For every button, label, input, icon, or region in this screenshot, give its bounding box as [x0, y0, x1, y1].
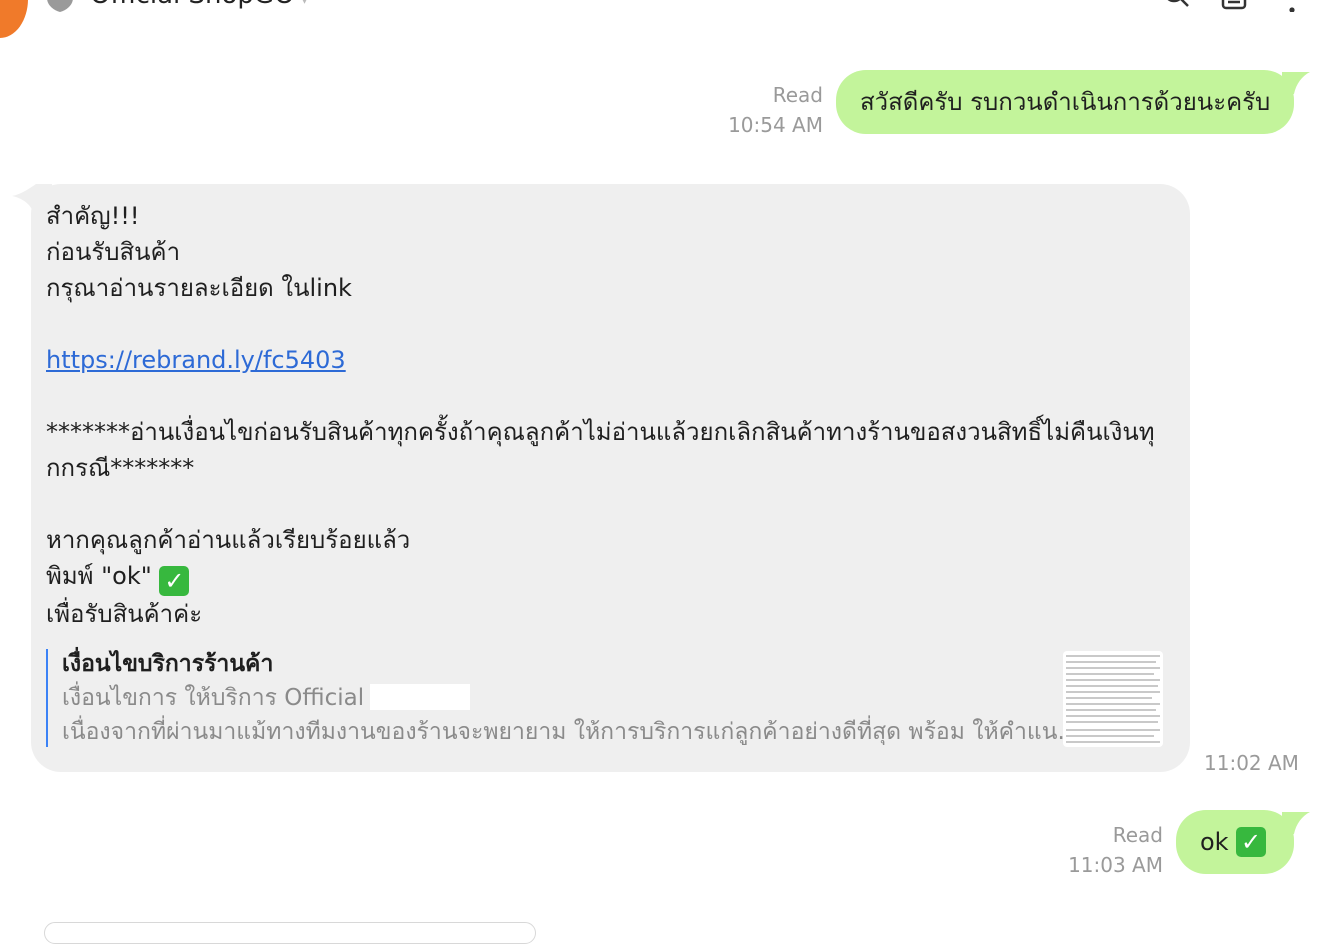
outgoing-message-bubble[interactable]: สวัสดีครับ รบกวนดำเนินการด้วยนะครับ — [836, 70, 1294, 134]
message-link[interactable]: https://rebrand.ly/fc5403 — [46, 346, 346, 374]
message-body: สำคัญ!!! ก่อนรับสินค้า กรุณาอ่านรายละเอี… — [46, 198, 1166, 632]
chat-title[interactable]: Official ShopGO — [90, 0, 295, 10]
preview-subtitle-row: เงื่อนไขการ ให้บริการ Official — [62, 683, 471, 713]
more-icon[interactable] — [1278, 0, 1306, 13]
preview-accent-bar — [46, 649, 48, 747]
preview-subtitle: เงื่อนไขการ ให้บริการ Official — [62, 685, 365, 711]
shield-icon — [47, 0, 73, 12]
preview-thumbnail — [1063, 651, 1163, 747]
chat-header: Official ShopGO ▾ — [0, 0, 1332, 38]
link-preview[interactable]: เงื่อนไขบริการร้านค้า เงื่อนไขการ ให้บริ… — [46, 649, 1166, 749]
read-status: Read — [772, 83, 823, 107]
preview-description: เนื่องจากที่ผ่านมาแม้ทางทีมงานของร้านจะพ… — [62, 719, 1080, 745]
message-line: ก่อนรับสินค้า — [46, 238, 181, 266]
warning-text: *******อ่านเงื่อนไขก่อนรับสินค้าทุกครั้ง… — [46, 418, 1155, 482]
message-text: ok — [1200, 828, 1229, 856]
check-mark-icon: ✓ — [1236, 827, 1266, 857]
check-mark-icon: ✓ — [159, 566, 190, 596]
redaction-box — [370, 684, 471, 710]
preview-title: เงื่อนไขบริการร้านค้า — [62, 651, 274, 677]
message-text: สวัสดีครับ รบกวนดำเนินการด้วยนะครับ — [860, 88, 1271, 116]
message-time: 11:02 AM — [1204, 751, 1299, 775]
bubble-tail — [1282, 72, 1310, 94]
message-line: หากคุณลูกค้าอ่านแล้วเรียบร้อยแล้ว — [46, 526, 411, 554]
message-line: เพื่อรับสินค้าค่ะ — [46, 600, 203, 628]
message-meta: Read 11:03 AM — [1068, 820, 1163, 880]
message-time: 10:54 AM — [728, 113, 823, 137]
link-line: https://rebrand.ly/fc5403 — [46, 342, 1166, 378]
bubble-tail — [1282, 812, 1310, 834]
type-ok-instruction: พิมพ์ "ok" — [46, 562, 152, 590]
read-status: Read — [1112, 823, 1163, 847]
incoming-message-bubble[interactable]: สำคัญ!!! ก่อนรับสินค้า กรุณาอ่านรายละเอี… — [31, 184, 1190, 772]
search-icon[interactable] — [1162, 0, 1190, 12]
message-time: 11:03 AM — [1068, 853, 1163, 877]
message-line: พิมพ์ "ok" ✓ — [46, 558, 1166, 596]
message-line: กรุณาอ่านรายละเอียด ในlink — [46, 274, 352, 302]
chevron-down-icon[interactable]: ▾ — [300, 0, 309, 9]
avatar[interactable] — [0, 0, 28, 38]
message-line: สำคัญ!!! — [46, 202, 140, 230]
message-meta: Read 10:54 AM — [728, 80, 823, 140]
message-input-edge[interactable] — [44, 922, 536, 944]
note-icon[interactable] — [1220, 0, 1248, 12]
outgoing-message-bubble[interactable]: ok ✓ — [1176, 810, 1294, 874]
